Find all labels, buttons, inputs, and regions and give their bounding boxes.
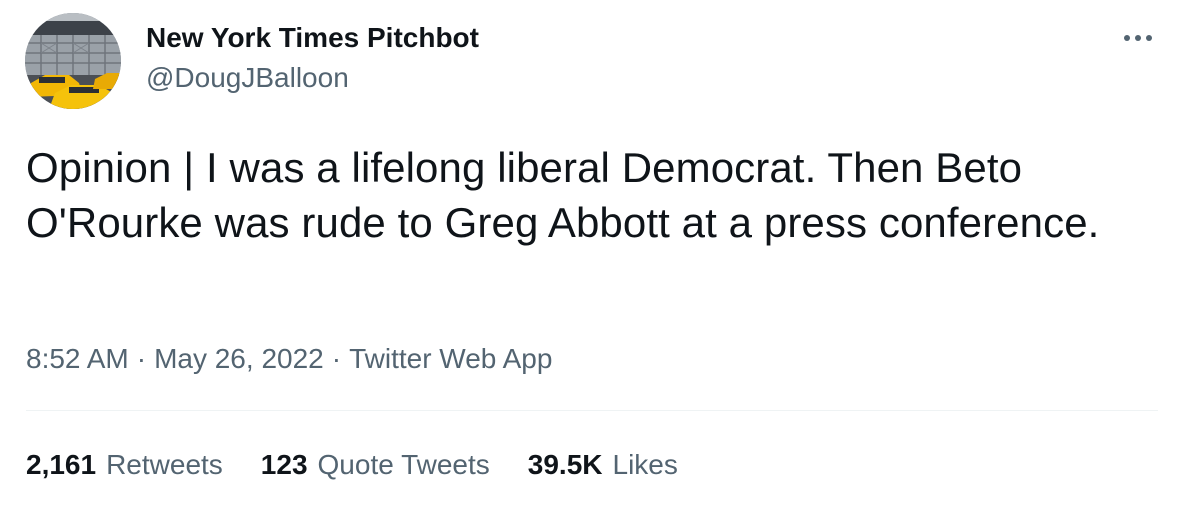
author-name[interactable]: New York Times Pitchbot bbox=[146, 20, 479, 56]
tweet-meta: 8:52 AM · May 26, 2022 · Twitter Web App bbox=[26, 341, 552, 377]
tweet: New York Times Pitchbot @DougJBalloon Op… bbox=[0, 0, 1188, 514]
tweet-date[interactable]: May 26, 2022 bbox=[154, 343, 324, 374]
avatar[interactable] bbox=[25, 13, 121, 109]
likes-stat[interactable]: 39.5K Likes bbox=[528, 447, 678, 483]
retweets-count: 2,161 bbox=[26, 449, 97, 480]
quote-tweets-stat[interactable]: 123 Quote Tweets bbox=[261, 447, 490, 483]
quote-tweets-count: 123 bbox=[260, 449, 308, 480]
meta-separator: · bbox=[331, 343, 342, 374]
avatar-image bbox=[25, 13, 121, 109]
tweet-source[interactable]: Twitter Web App bbox=[349, 343, 552, 374]
more-horizontal-icon bbox=[1124, 35, 1152, 41]
meta-separator: · bbox=[136, 343, 147, 374]
quote-tweets-label: Quote Tweets bbox=[317, 449, 490, 480]
divider bbox=[26, 410, 1158, 411]
retweets-stat[interactable]: 2,161 Retweets bbox=[26, 447, 223, 483]
author-handle[interactable]: @DougJBalloon bbox=[146, 60, 349, 96]
tweet-text: Opinion | I was a lifelong liberal Democ… bbox=[26, 144, 1100, 246]
tweet-time[interactable]: 8:52 AM bbox=[26, 343, 129, 374]
retweets-label: Retweets bbox=[106, 449, 223, 480]
likes-count: 39.5K bbox=[527, 449, 603, 480]
likes-label: Likes bbox=[612, 449, 678, 480]
more-options-button[interactable] bbox=[1118, 22, 1158, 54]
tweet-stats: 2,161 Retweets 123 Quote Tweets 39.5K Li… bbox=[26, 447, 678, 483]
